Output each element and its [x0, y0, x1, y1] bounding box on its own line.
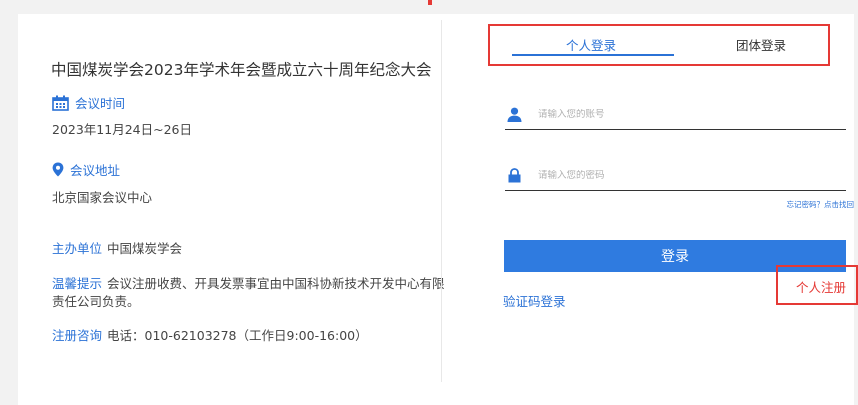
meeting-time-value: 2023年11月24日~26日 — [52, 122, 193, 137]
calendar-icon — [52, 95, 69, 111]
page: 中国煤炭学会2023年学术年会暨成立六十周年纪念大会 会议时间 2023年11月… — [0, 0, 858, 405]
column-divider — [441, 20, 442, 382]
consult-key: 注册咨询 — [52, 328, 103, 343]
conference-info: 中国煤炭学会2023年学术年会暨成立六十周年纪念大会 会议时间 2023年11月… — [18, 14, 445, 405]
password-field — [505, 161, 846, 191]
meeting-venue-label: 会议地址 — [52, 160, 120, 179]
forgot-password-link[interactable]: 忘记密码？点击找回 — [787, 199, 855, 210]
register-highlight: 个人注册 — [776, 265, 858, 305]
meeting-venue-label-text: 会议地址 — [70, 163, 121, 178]
meeting-venue-value: 北京国家会议中心 — [52, 190, 153, 205]
conference-title: 中国煤炭学会2023年学术年会暨成立六十周年纪念大会 — [51, 61, 432, 79]
meeting-time-label: 会议时间 — [52, 93, 125, 112]
notice-row: 温馨提示 会议注册收费、开具发票事宜由中国科协新技术开发中心有限责任公司负责。 — [52, 275, 447, 311]
host-key: 主办单位 — [52, 241, 103, 256]
main-panel: 中国煤炭学会2023年学术年会暨成立六十周年纪念大会 会议时间 2023年11月… — [18, 14, 858, 405]
active-tab-indicator — [512, 54, 674, 56]
host-row: 主办单位 中国煤炭学会 — [52, 240, 442, 258]
location-pin-icon — [52, 162, 64, 177]
annotation-marker — [428, 0, 432, 5]
consult-value: 电话：010-62103278（工作日9:00-16:00） — [107, 328, 368, 343]
code-login-link[interactable]: 验证码登录 — [503, 291, 566, 310]
notice-value: 会议注册收费、开具发票事宜由中国科协新技术开发中心有限责任公司负责。 — [52, 276, 445, 309]
tab-personal-login[interactable]: 个人登录 — [566, 35, 616, 54]
password-input[interactable] — [538, 170, 846, 181]
account-field — [505, 100, 846, 130]
login-tabs: 个人登录 团体登录 — [488, 24, 830, 66]
account-input[interactable] — [538, 109, 846, 120]
user-icon — [507, 107, 522, 122]
host-value: 中国煤炭学会 — [107, 241, 183, 256]
lock-icon — [508, 168, 521, 183]
meeting-time-label-text: 会议时间 — [75, 96, 126, 111]
consult-row: 注册咨询 电话：010-62103278（工作日9:00-16:00） — [52, 327, 442, 345]
notice-key: 温馨提示 — [52, 276, 103, 291]
tab-group-login[interactable]: 团体登录 — [736, 35, 786, 54]
login-form: 个人登录 团体登录 忘记密码？点击找回 登录 验证码登 — [466, 14, 858, 405]
personal-register-link[interactable]: 个人注册 — [796, 277, 846, 296]
